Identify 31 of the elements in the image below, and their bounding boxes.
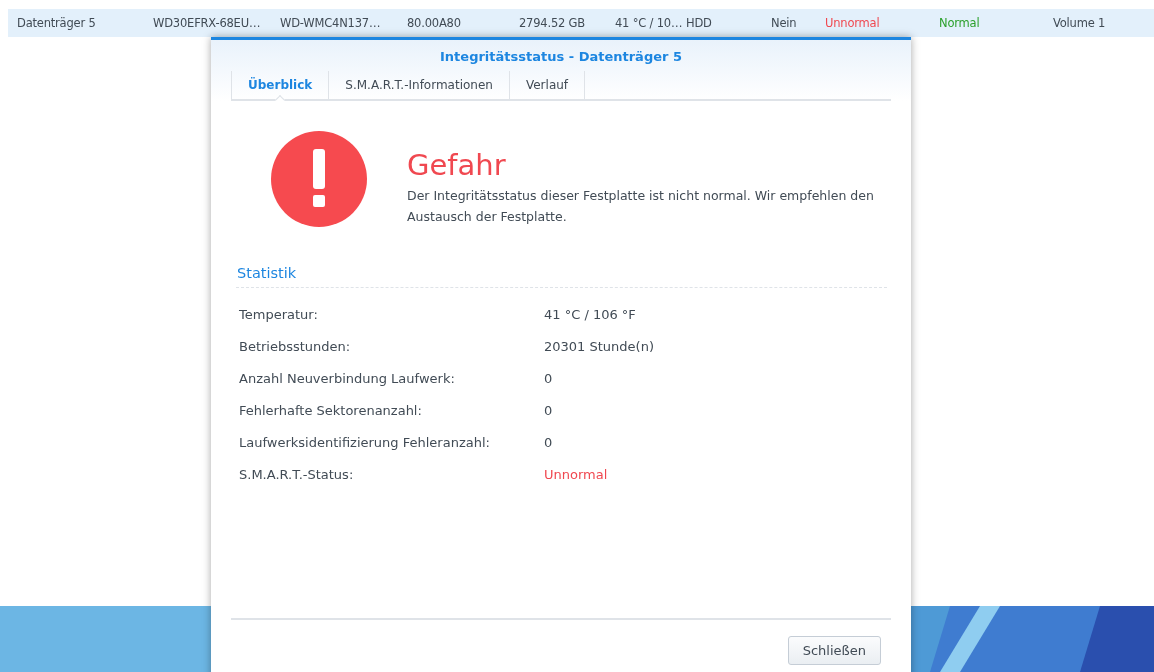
stat-label: Anzahl Neuverbindung Laufwerk:	[239, 370, 456, 386]
stat-label: Laufwerksidentifizierung Fehleranzahl:	[239, 434, 491, 450]
table-cell: Datenträger 5	[17, 16, 96, 30]
stat-label: Temperatur:	[239, 306, 319, 322]
table-row[interactable]: Datenträger 5 WD30EFRX-68EU… WD-WMC4N137… 80.00A80 2794.52 GB 41 °C / 10… HDD Nein Unnormal Normal Volume 1	[8, 9, 1154, 37]
table-cell: 80.00A80	[407, 16, 461, 30]
stat-label: S.M.A.R.T.-Status:	[239, 466, 355, 482]
section-title: Statistik	[237, 265, 297, 281]
table-cell: HDD	[686, 16, 712, 30]
stat-label: Fehlerhafte Sektorenanzahl:	[239, 402, 423, 418]
table-cell: WD-WMC4N137…	[280, 16, 381, 30]
stat-value: 41 °C / 106 °F	[544, 306, 636, 322]
table-cell: 2794.52 GB	[519, 16, 585, 30]
table-cell: Normal	[939, 16, 980, 30]
stat-value: Unnormal	[544, 466, 608, 482]
status-heading: Gefahr	[407, 148, 506, 182]
stat-value: 20301 Stunde(n)	[544, 338, 654, 354]
tab[interactable]: Verlauf	[508, 71, 586, 99]
stat-value: 0	[544, 370, 553, 386]
table-cell: Volume 1	[1053, 16, 1106, 30]
table-cell: Unnormal	[825, 16, 880, 30]
stat-label: Betriebsstunden:	[239, 338, 352, 354]
tab[interactable]: S.M.A.R.T.-Informationen	[328, 71, 509, 99]
status-message: Der Integritätsstatus dieser Festplatte ist nicht normal. Wir empfehlen den Austausch der Festplatte.	[407, 187, 875, 226]
dialog-title: Integritätsstatus - Datenträger 5	[440, 49, 682, 64]
stat-value: 0	[544, 434, 553, 450]
table-cell: WD30EFRX-68EU…	[153, 16, 261, 30]
table-cell: 41 °C / 10…	[615, 16, 683, 30]
close-button[interactable]: Schließen	[787, 635, 881, 665]
table-cell: Nein	[771, 16, 797, 30]
stat-value: 0	[544, 402, 553, 418]
